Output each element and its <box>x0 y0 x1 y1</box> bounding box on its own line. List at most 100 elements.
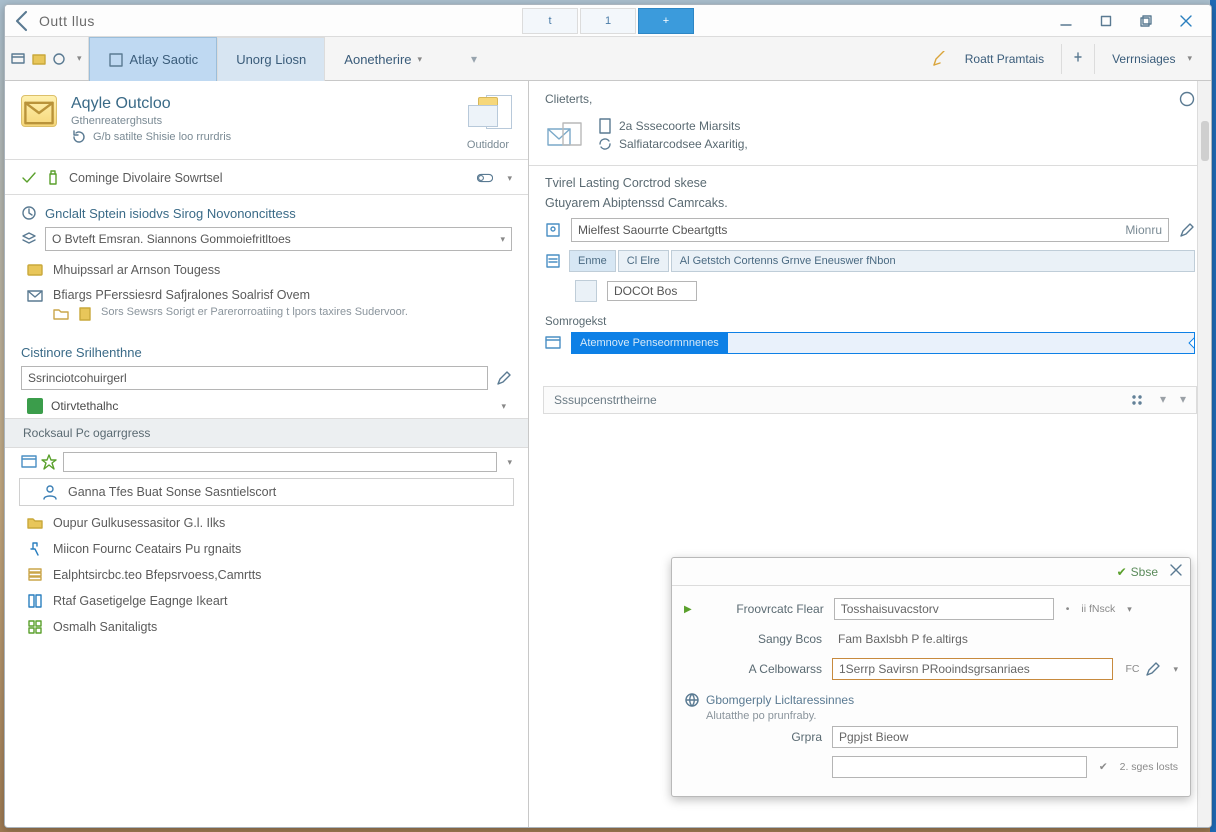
close-button[interactable] <box>1167 8 1205 34</box>
window-icon <box>21 454 37 470</box>
titlebar: Outt llus t 1 + <box>5 5 1211 37</box>
ribbon-tab[interactable]: Unorg Liosn <box>217 37 325 81</box>
group3-list: Ganna Tfes Buat Sonse Sasntielscort Oupu… <box>5 476 528 648</box>
window-title: Outt llus <box>39 13 95 29</box>
check-icon <box>21 170 37 186</box>
group1-input[interactable]: O Bvteft Emsran. Siannons Gommoiefritlto… <box>45 227 512 251</box>
boxrow-input[interactable]: DOCOt Bos <box>607 281 697 301</box>
progress-label: Somrogekst <box>545 316 1195 328</box>
right-search-row: Mielfest Saourrte Cbeartgtts Mionru <box>529 214 1211 246</box>
chevron-down-icon[interactable]: ▾ <box>1173 664 1178 675</box>
right-top-row: 2a Sssecoorte Miarsits Salfiatarcodsee A… <box>529 111 1211 166</box>
back-button[interactable] <box>11 9 35 33</box>
right-header-label: Clieterts, <box>545 92 592 106</box>
chevron-down-icon[interactable]: ▾ <box>507 457 512 468</box>
save-indicator: ✔Sbse <box>1117 565 1158 579</box>
app-icon <box>21 95 57 127</box>
right-boxrow: DOCOt Bos <box>529 276 1211 306</box>
group3-item[interactable]: Osmalh Sanitaligts <box>5 614 528 640</box>
close-icon[interactable] <box>1170 564 1182 579</box>
chevron-down-icon[interactable]: ▾ <box>507 173 512 184</box>
app-window: Outt llus t 1 + ▾ Atlay Saotic Uno <box>4 4 1212 828</box>
thumb-box[interactable] <box>575 280 597 302</box>
group3-item[interactable]: Miicon Fournc Ceatairs Pu rgnaits <box>5 536 528 562</box>
progress-handle[interactable] <box>1188 337 1195 348</box>
toggle-icon[interactable] <box>477 170 493 186</box>
title-tab-active[interactable]: + <box>638 8 694 34</box>
pin-icon[interactable] <box>1070 51 1086 67</box>
pencil-icon[interactable] <box>932 51 948 67</box>
grid-icon <box>27 619 43 635</box>
help-icon[interactable] <box>1179 91 1195 107</box>
floatpanel-header: ✔Sbse <box>672 558 1190 586</box>
left-header-right: Outiddor <box>464 95 512 151</box>
edit-icon[interactable] <box>1179 222 1195 238</box>
list-icon <box>545 253 561 269</box>
fp-input-highlight[interactable]: 1Serrp Savirsn PRooindsgrsanriaes <box>832 658 1113 680</box>
qat-more-icon[interactable]: ▾ <box>77 53 82 64</box>
fp-row: Grpra Pgpjst Bieow <box>684 722 1178 752</box>
fp-row: ✔2. sges losts <box>684 752 1178 782</box>
right-section1: Tvirel Lasting Corctrod skese <box>529 166 1211 194</box>
group3-item[interactable]: Oupur Gulkusessasitor G.l. Ilks <box>5 510 528 536</box>
fp-input[interactable]: Tosshaisuvacstorv <box>834 598 1054 620</box>
edit-icon[interactable] <box>496 370 512 386</box>
minimize-button[interactable] <box>1047 8 1085 34</box>
view-button[interactable]: Verrnsiages▾ <box>1103 47 1201 71</box>
chip[interactable]: Al Getstch Cortenns Grnve Eneuswer fNbon <box>671 250 1195 272</box>
group1-combo[interactable]: O Bvteft Emsran. Siannons Gommoiefritlto… <box>5 223 528 255</box>
group1-item[interactable]: Bfiargs PFerssiesrd Safjralones Soalrisf… <box>5 283 528 327</box>
floating-panel: ✔Sbse ▶ Froovrcatc Flear Tosshaisuvacsto… <box>671 557 1191 797</box>
title-center-tabs: t 1 + <box>522 8 694 34</box>
fp-row: ▶ Froovrcatc Flear Tosshaisuvacstorv•ii … <box>684 594 1178 624</box>
chevron-down-icon[interactable]: ▾ <box>1160 392 1166 408</box>
group2-title: Cistinore Srilhenthne <box>5 335 528 362</box>
group2-input[interactable]: Ssrinciotcohuirgerl <box>21 366 488 390</box>
ribbon-tab[interactable]: Atlay Saotic <box>89 37 218 81</box>
ribbon-tab-label: Aonetherire <box>344 52 411 67</box>
edit-icon[interactable] <box>1145 661 1161 677</box>
fp-row: Sangy Bcos Fam Baxlsbh P fe.altirgs <box>684 624 1178 654</box>
window-icon <box>545 335 561 351</box>
recent-button[interactable]: Roatt Pramtais <box>956 47 1053 71</box>
fp-group-sub: Alutatthe po prunfraby. <box>684 710 1178 722</box>
title-tab[interactable]: 1 <box>580 8 636 34</box>
chip[interactable]: Enme <box>569 250 616 272</box>
group2-category[interactable]: Otirvtethalhc ▾ <box>5 394 528 418</box>
bottle-icon <box>45 170 61 186</box>
group3-item[interactable]: Ealphtsircbc.teo Bfepsrvoess,Camrtts <box>5 562 528 588</box>
fp-group-label: Gbomgerply Licltaressinnes <box>684 684 1178 710</box>
right-search-input[interactable]: Mielfest Saourrte Cbeartgtts Mionru <box>571 218 1169 242</box>
ribbon-tabs: Atlay Saotic Unorg Liosn Aonetherire▾ <box>89 37 442 80</box>
chip[interactable]: Cl Elre <box>618 250 669 272</box>
fp-input[interactable]: Pgpjst Bieow <box>832 726 1178 748</box>
grip-icon[interactable] <box>1130 392 1146 408</box>
right-scrollbar[interactable] <box>1197 81 1211 827</box>
qat-icon[interactable] <box>11 51 27 67</box>
title-tab[interactable]: t <box>522 8 578 34</box>
ribbon-tab[interactable]: Aonetherire▾ <box>325 37 441 81</box>
maximize-button[interactable] <box>1087 8 1125 34</box>
left-header-title: Aqyle Outcloo <box>71 95 231 113</box>
right-chipbar: Enme Cl Elre Al Getstch Cortenns Grnve E… <box>529 246 1211 276</box>
chevron-down-icon[interactable]: ▾ <box>1180 392 1186 408</box>
progress-bar[interactable]: Atemnove Penseormnnenes <box>571 332 1195 354</box>
restore-button[interactable] <box>1127 8 1165 34</box>
person-icon <box>42 484 58 500</box>
group1-item[interactable]: Mhuipssarl ar Arnson Tougess <box>5 257 528 283</box>
group3-search-input[interactable] <box>63 452 497 472</box>
right-accordion[interactable]: Sssupcenstrtheirne ▾ ▾ <box>543 386 1197 414</box>
qat-icon[interactable] <box>51 51 67 67</box>
left-pane: Aqyle Outcloo Gthenreaterghsuts G/b sati… <box>5 81 529 827</box>
group3-item[interactable]: Rtaf Gasetigelge Eagnge Ikeart <box>5 588 528 614</box>
body: Aqyle Outcloo Gthenreaterghsuts G/b sati… <box>5 81 1211 827</box>
fp-input[interactable] <box>832 756 1087 778</box>
mail-icon <box>27 288 43 304</box>
tool-icon <box>27 541 43 557</box>
group3-item-selected[interactable]: Ganna Tfes Buat Sonse Sasntielscort <box>19 478 514 506</box>
qat-icon[interactable] <box>31 51 47 67</box>
folder-icon <box>53 306 69 322</box>
right-section2: Gtuyarem Abiptenssd Camrcaks. <box>529 194 1211 214</box>
quick-access-toolbar: ▾ <box>5 37 89 80</box>
contact-icon <box>545 222 561 238</box>
